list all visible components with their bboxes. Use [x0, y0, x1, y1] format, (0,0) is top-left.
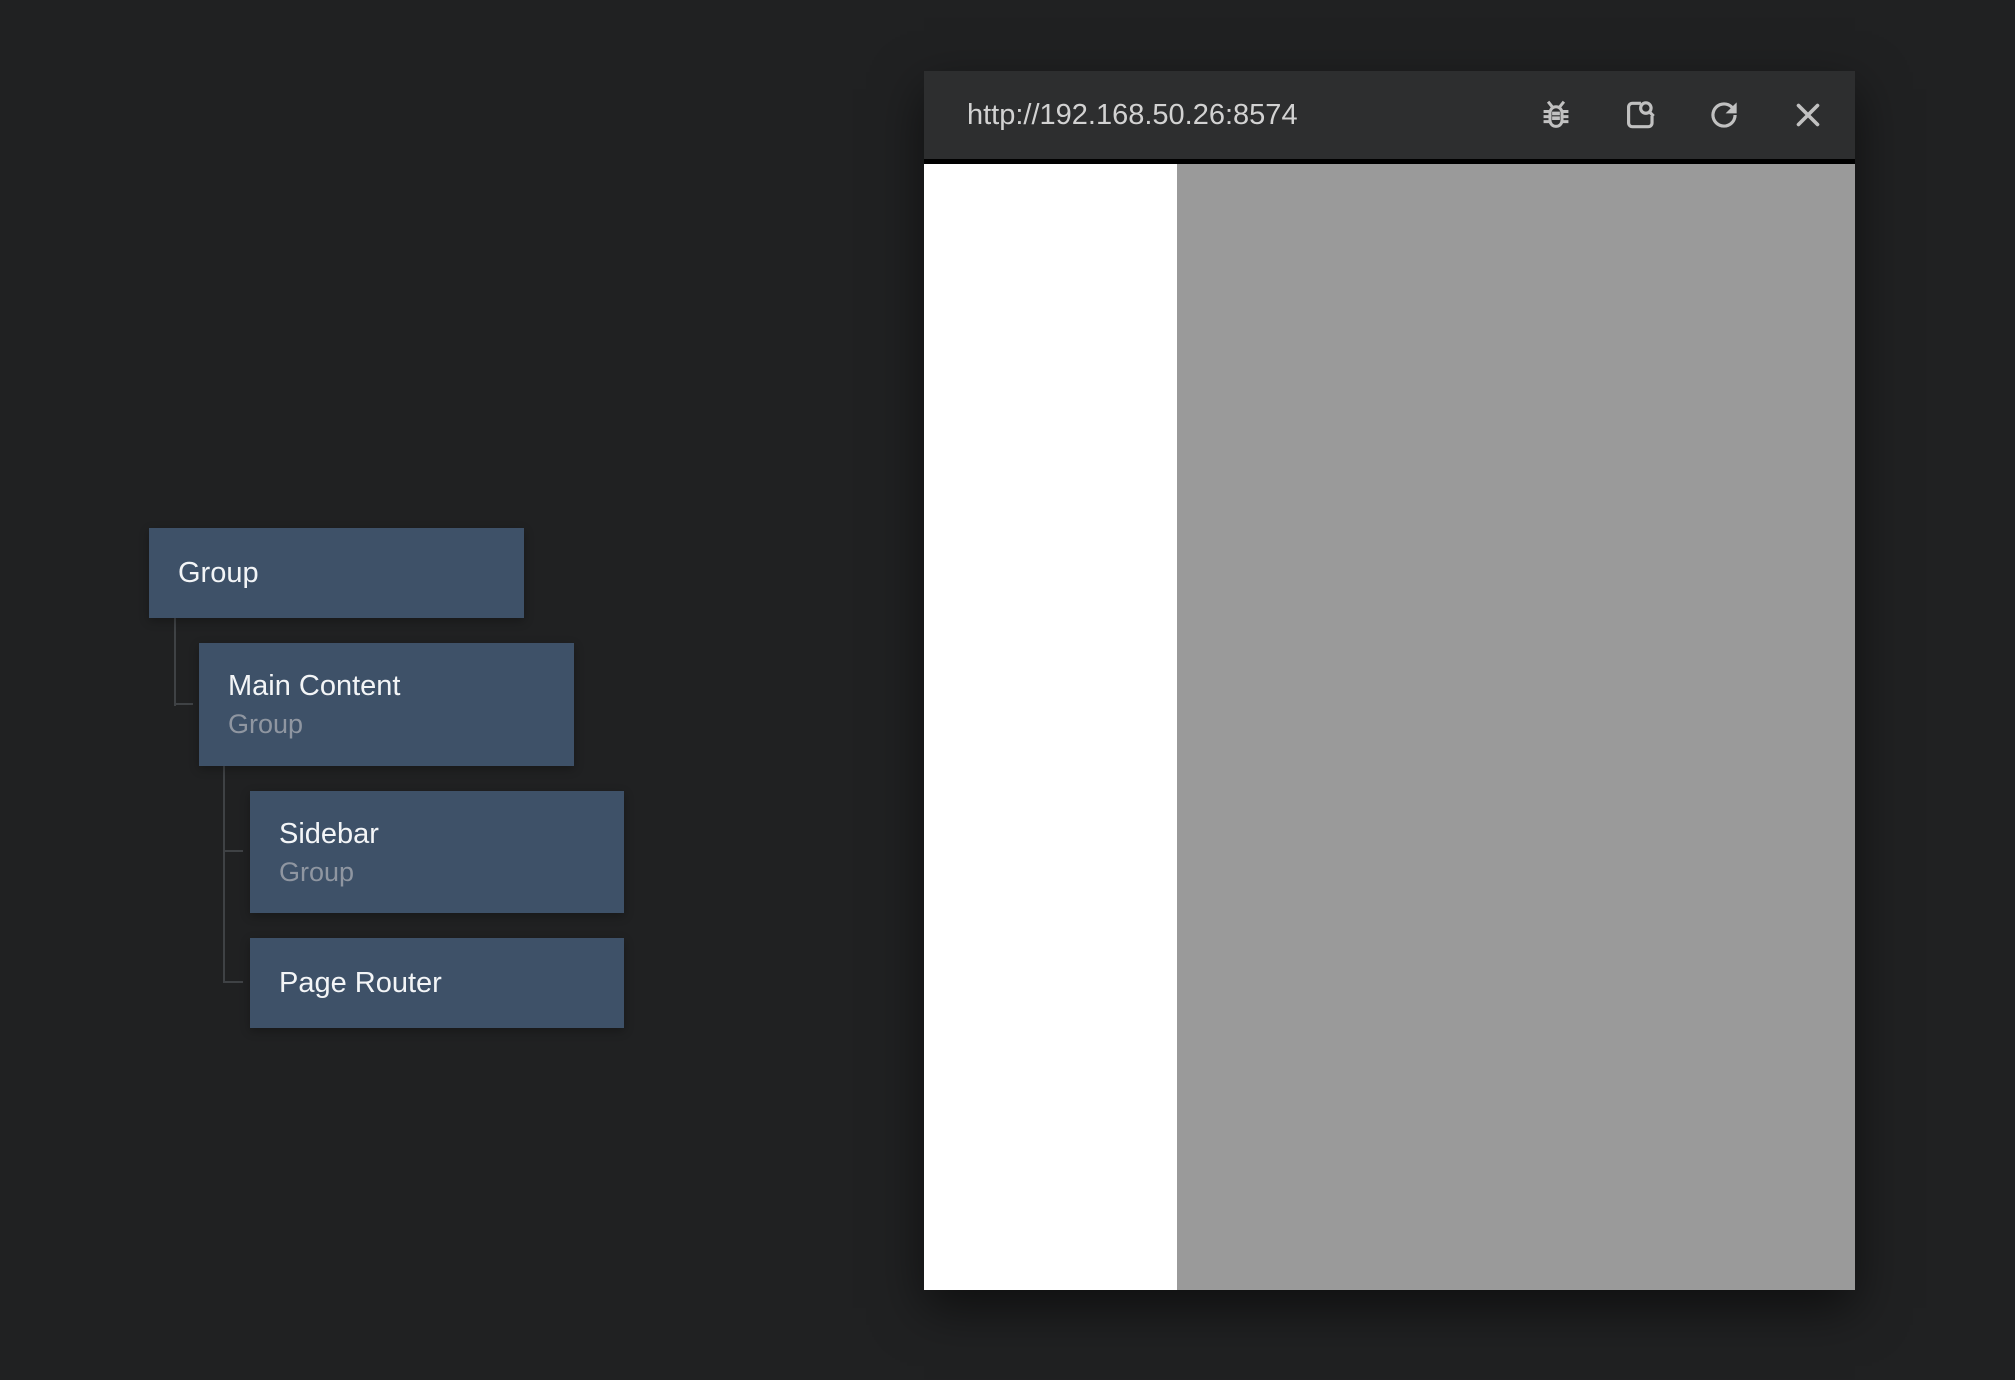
tree-node-main-content[interactable]: Main Content Group — [199, 643, 574, 766]
reload-button[interactable] — [1702, 89, 1746, 141]
inspect-page-icon — [1621, 96, 1659, 134]
tree-node-sidebar[interactable]: Sidebar Group — [250, 791, 624, 913]
close-icon — [1789, 96, 1827, 134]
tree-node-title: Main Content — [228, 667, 574, 706]
tree-connector-line — [174, 618, 176, 706]
tree-node-title: Group — [178, 554, 524, 593]
debug-bug-icon — [1537, 96, 1575, 134]
tree-connector-line — [174, 703, 193, 705]
tree-node-subtitle: Group — [228, 706, 574, 742]
close-button[interactable] — [1786, 89, 1830, 141]
browser-toolbar: http://192.168.50.26:8574 — [924, 71, 1855, 159]
tree-connector-line — [223, 981, 243, 983]
preview-browser-window: http://192.168.50.26:8574 — [924, 71, 1855, 1290]
tree-node-title: Page Router — [279, 964, 624, 1003]
tree-connector-line — [223, 850, 243, 852]
address-bar[interactable]: http://192.168.50.26:8574 — [967, 99, 1494, 132]
tree-node-page-router[interactable]: Page Router — [250, 938, 624, 1028]
tree-node-title: Sidebar — [279, 815, 624, 854]
webview-content[interactable] — [924, 164, 1855, 1290]
inspect-page-button[interactable] — [1618, 89, 1662, 141]
tree-node-subtitle: Group — [279, 854, 624, 890]
reload-icon — [1705, 96, 1743, 134]
page-sidebar-region — [924, 164, 1177, 1290]
tree-connector-line — [223, 766, 225, 983]
canvas: Group Main Content Group Sidebar Group P… — [0, 0, 2015, 1380]
debug-button[interactable] — [1534, 89, 1578, 141]
page-main-region — [1177, 164, 1855, 1290]
tree-node-group[interactable]: Group — [149, 528, 524, 618]
